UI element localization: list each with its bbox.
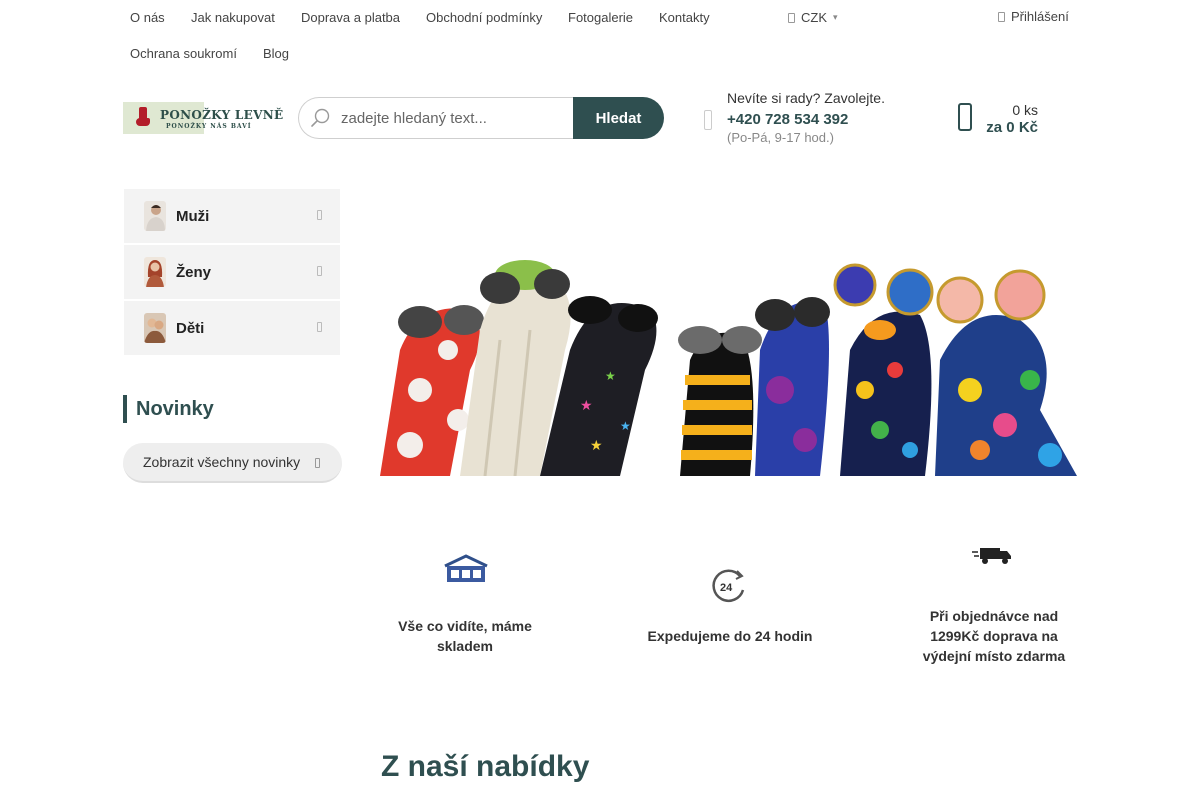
logo-tagline: PONOŽKY NÁS BAVÍ bbox=[166, 123, 252, 130]
benefit-stock-line: skladem bbox=[436, 638, 494, 654]
sidebar-item-zeny[interactable]: Ženy bbox=[124, 245, 340, 299]
logo-text[interactable]: PONOŽKY LEVNĚ PONOŽKY NÁS BAVÍ bbox=[160, 108, 283, 130]
chevron-right-icon bbox=[315, 458, 320, 468]
nav-link-fotogalerie[interactable]: Fotogalerie bbox=[568, 10, 633, 25]
svg-text:★: ★ bbox=[620, 419, 631, 433]
benefit-stock-line: Vše co vidíte, máme bbox=[398, 618, 532, 634]
sidebar-item-label: Děti bbox=[176, 319, 205, 337]
nav-link-doprava-a-platba[interactable]: Doprava a platba bbox=[301, 10, 400, 25]
nav-link-jak-nakupovat[interactable]: Jak nakupovat bbox=[191, 10, 275, 25]
chevron-right-icon bbox=[317, 210, 322, 220]
cart-count[interactable]: 0 ks bbox=[970, 102, 1038, 118]
24-hours-icon: 24 bbox=[712, 569, 745, 603]
sidebar-item-muzi[interactable]: Muži bbox=[124, 189, 340, 243]
svg-text:★: ★ bbox=[605, 369, 616, 383]
benefit-free-delivery-line: 1299Kč doprava na bbox=[930, 628, 1058, 644]
nav-link-ochrana-soukromi[interactable]: Ochrana soukromí bbox=[130, 46, 237, 61]
child-avatar-icon bbox=[144, 313, 166, 343]
cart-total[interactable]: za 0 Kč bbox=[950, 119, 1038, 136]
sock-logo-icon bbox=[135, 107, 151, 129]
warehouse-icon bbox=[444, 554, 488, 582]
man-avatar-icon bbox=[144, 201, 166, 231]
nav-link-blog[interactable]: Blog bbox=[263, 46, 289, 61]
sock-puppets-image: ★ ★ ★ ★ bbox=[380, 240, 1077, 476]
currency-label: CZK bbox=[801, 10, 827, 25]
news-heading: Novinky bbox=[123, 395, 214, 423]
sidebar-item-deti[interactable]: Děti bbox=[124, 301, 340, 355]
help-hours: (Po-Pá, 9-17 hod.) bbox=[727, 130, 834, 145]
user-icon bbox=[998, 11, 1005, 22]
search-button[interactable]: Hledat bbox=[573, 97, 664, 139]
login-link[interactable]: Přihlášení bbox=[998, 9, 1069, 24]
sidebar-item-label: Muži bbox=[176, 207, 210, 225]
free-delivery-truck-icon bbox=[972, 548, 1011, 564]
chevron-down-icon: ▾ bbox=[833, 12, 838, 22]
money-icon bbox=[788, 12, 795, 23]
logo-title: PONOŽKY LEVNĚ bbox=[160, 108, 284, 122]
help-title: Nevíte si rady? Zavolejte. bbox=[727, 90, 885, 106]
chevron-right-icon bbox=[317, 322, 322, 332]
woman-avatar-icon bbox=[144, 257, 166, 287]
search-box bbox=[298, 97, 574, 139]
search-input[interactable] bbox=[341, 109, 541, 127]
chevron-right-icon bbox=[317, 266, 322, 276]
hero-banner[interactable]: ★ ★ ★ ★ bbox=[380, 240, 1077, 476]
login-label: Přihlášení bbox=[1011, 9, 1069, 24]
currency-selector[interactable]: CZK ▾ bbox=[788, 10, 838, 25]
benefit-free-delivery-line: Při objednávce nad bbox=[929, 608, 1059, 624]
show-all-news-button[interactable]: Zobrazit všechny novinky bbox=[123, 443, 342, 483]
phone-icon bbox=[704, 110, 712, 130]
benefit-free-delivery: Při objednávce nad 1299Kč doprava na výd… bbox=[900, 606, 1088, 666]
benefit-shipping-time: Expedujeme do 24 hodin bbox=[647, 628, 813, 644]
nav-link-o-nas[interactable]: O nás bbox=[130, 10, 165, 25]
sidebar-item-label: Ženy bbox=[176, 263, 212, 281]
section-title-offer: Z naší nabídky bbox=[381, 750, 590, 783]
search-icon bbox=[311, 108, 330, 127]
help-phone-number[interactable]: +420 728 534 392 bbox=[727, 111, 848, 128]
svg-text:★: ★ bbox=[590, 437, 603, 453]
nav-link-kontakty[interactable]: Kontakty bbox=[659, 10, 710, 25]
svg-text:★: ★ bbox=[580, 397, 593, 413]
svg-text:24: 24 bbox=[720, 582, 733, 594]
benefit-stock: Vše co vidíte, máme skladem bbox=[380, 616, 550, 656]
benefit-free-delivery-line: výdejní místo zdarma bbox=[922, 648, 1066, 664]
show-all-news-label: Zobrazit všechny novinky bbox=[143, 454, 301, 470]
nav-link-obchodni-podminky[interactable]: Obchodní podmínky bbox=[426, 10, 542, 25]
